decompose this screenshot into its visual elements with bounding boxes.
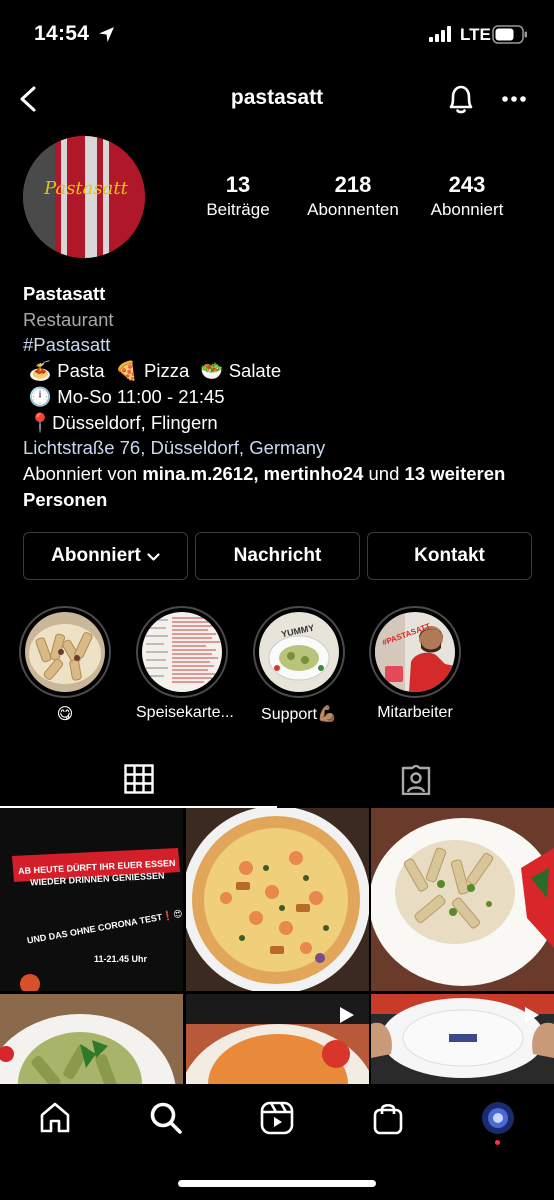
post-tile[interactable]: AB HEUTE DÜRFT IHR EUER ESSEN WIEDER DRI… (0, 808, 183, 991)
highlight-cover-pasta (25, 612, 105, 692)
more-horizontal-icon (502, 96, 526, 102)
contact-button[interactable]: Kontakt (367, 532, 532, 580)
bottom-navigation (0, 1084, 554, 1200)
more-options-button[interactable] (500, 84, 528, 114)
following-count-label: Abonniert (430, 200, 504, 219)
bio-text-location: Düsseldorf, Flingern (52, 411, 218, 433)
followers-count-label: Abonnenten (307, 200, 399, 219)
bell-icon (449, 85, 473, 114)
salad-emoji-icon: 🥗 (200, 360, 224, 382)
bio-text-hours: Mo-So 11:00 - 21:45 (57, 385, 225, 407)
tab-tagged[interactable] (277, 752, 554, 808)
post-tile[interactable] (186, 808, 369, 991)
status-time: 14:54 (34, 22, 90, 45)
following-count[interactable]: 243 Abonniert (416, 172, 518, 220)
post-tile[interactable] (371, 808, 554, 991)
post-image-pesto (0, 994, 183, 1084)
nav-shop[interactable] (368, 1098, 408, 1138)
nav-search[interactable] (146, 1098, 186, 1138)
bio-display-name: Pastasatt (23, 283, 106, 304)
bio-category: Restaurant (23, 308, 114, 330)
profile-avatar[interactable]: Pastasatt (23, 136, 145, 258)
bio-text-pasta: Pasta (57, 360, 105, 382)
bio-menu-line: 🍝 Pasta 🍕 Pizza 🥗 Salate (23, 358, 533, 384)
highlight-cover-dish: YUMMY (259, 612, 339, 692)
highlight-ring (136, 606, 228, 698)
pizza-emoji-icon: 🍕 (115, 360, 139, 382)
followed-by-users: mina.m.2612, mertinho24 (142, 462, 364, 484)
following-button-label: Abonniert (51, 545, 141, 566)
reel-play-icon (525, 1007, 539, 1023)
highlight-cover-menu (142, 612, 222, 692)
highlight-cover-staff: #PASTASATT (375, 612, 455, 692)
post-tile-reel[interactable] (186, 994, 369, 1084)
signal-icon (429, 26, 451, 42)
network-type: LTE (460, 25, 491, 44)
home-icon (40, 1102, 70, 1133)
highlight-label: Speisekarte... (136, 704, 234, 721)
battery-icon (492, 25, 527, 44)
tab-posts-grid[interactable] (0, 752, 277, 808)
pasta-emoji-icon: 🍝 (28, 360, 52, 382)
post-image-pasta (371, 808, 554, 991)
profile-actions: Abonniert Nachricht Kontakt (23, 532, 532, 580)
following-count-value: 243 (448, 172, 486, 197)
bio-text-pizza: Pizza (144, 360, 190, 382)
highlight-label: 😋 (56, 706, 74, 723)
nav-profile[interactable] (478, 1098, 518, 1138)
followed-by-text[interactable]: Abonniert von mina.m.2612, mertinho24 un… (23, 461, 533, 512)
avatar-logo-text: Pastasatt (44, 178, 128, 199)
bio-location-line: 📍Düsseldorf, Flingern (23, 410, 533, 436)
search-icon (150, 1102, 182, 1134)
followed-by-and: und (363, 462, 405, 484)
message-button[interactable]: Nachricht (195, 532, 360, 580)
nav-reels[interactable] (257, 1098, 297, 1138)
post-image (0, 808, 183, 991)
story-highlight-3[interactable]: YUMMY Support💪🏽 (253, 606, 345, 724)
highlight-label: Mitarbeiter (377, 704, 453, 721)
bio-hours-line: 🕛 Mo-So 11:00 - 21:45 (23, 384, 533, 410)
shopping-bag-icon (373, 1103, 403, 1135)
post-text-hours: 11-21.45 Uhr (94, 954, 148, 964)
profile-tabs (0, 752, 554, 808)
highlight-label: Support💪🏽 (261, 706, 337, 723)
chevron-down-icon (147, 552, 160, 561)
story-highlight-1[interactable]: 😋 (19, 606, 111, 724)
pin-emoji-icon: 📍 (28, 411, 52, 433)
highlight-ring: YUMMY (253, 606, 345, 698)
status-bar: 14:54 LTE (0, 0, 554, 68)
posts-count-value: 13 (225, 172, 251, 197)
profile-header: pastasatt (0, 72, 554, 126)
highlight-ring: #PASTASATT (369, 606, 461, 698)
profile-bio: Pastasatt Restaurant #Pastasatt 🍝 Pasta … (23, 281, 533, 512)
tagged-person-icon (401, 765, 430, 795)
home-indicator[interactable] (178, 1180, 376, 1187)
bio-hashtag[interactable]: #Pastasatt (23, 332, 533, 358)
post-tile-reel[interactable] (371, 994, 554, 1084)
notifications-button[interactable] (444, 80, 478, 118)
followers-count[interactable]: 218 Abonnenten (298, 172, 408, 220)
notification-dot (495, 1140, 500, 1145)
posts-grid: AB HEUTE DÜRFT IHR EUER ESSEN WIEDER DRI… (0, 808, 554, 1084)
reels-icon (260, 1101, 294, 1135)
following-button[interactable]: Abonniert (23, 532, 188, 580)
reel-play-icon (340, 1007, 354, 1023)
bio-address-link[interactable]: Lichtstraße 76, Düsseldorf, Germany (23, 435, 533, 461)
location-arrow-icon (99, 27, 114, 42)
grid-icon (123, 764, 154, 794)
bio-text-salad: Salate (228, 360, 282, 382)
nav-home[interactable] (35, 1098, 75, 1138)
highlight-ring (19, 606, 111, 698)
story-highlight-4[interactable]: #PASTASATT Mitarbeiter (369, 606, 461, 722)
followed-by-prefix: Abonniert von (23, 462, 143, 484)
clock-emoji-icon: 🕛 (28, 385, 52, 407)
post-tile[interactable] (0, 994, 183, 1084)
posts-count-label: Beiträge (206, 200, 270, 219)
story-highlight-2[interactable]: Speisekarte... (136, 606, 234, 722)
profile-avatar-icon (482, 1102, 514, 1134)
posts-count: 13 Beiträge (196, 172, 280, 220)
followers-count-value: 218 (334, 172, 372, 197)
post-image-pizza (186, 808, 369, 991)
